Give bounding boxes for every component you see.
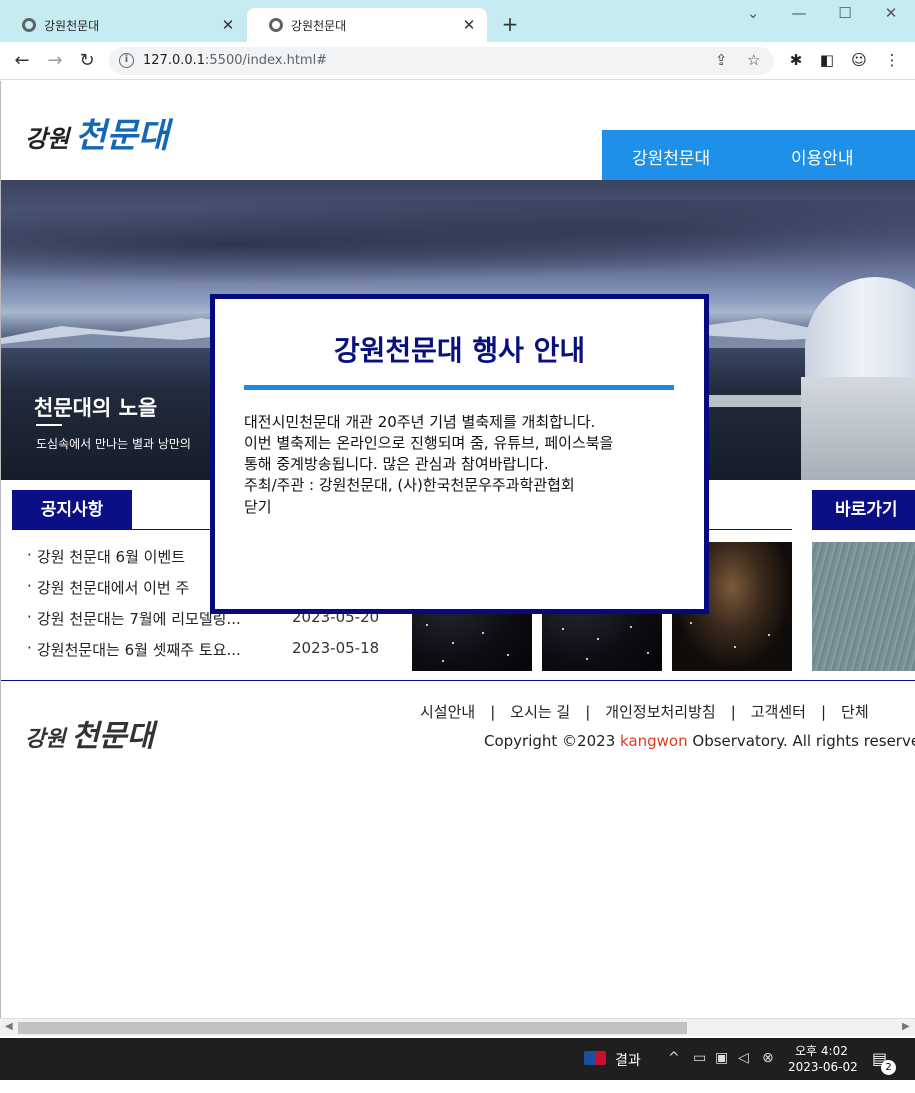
new-tab-button[interactable]: + [498,12,522,36]
share-icon[interactable]: ⇪ [715,51,728,69]
address-bar[interactable]: i 127.0.0.1:5500/index.html# ⇪ ☆ [109,47,774,75]
clock-time[interactable]: 오후 4:02 [795,1042,848,1059]
list-item[interactable]: · 강원천문대는 6월 셋째주 토요... 2023-05-18 [27,639,392,670]
separator: | [820,703,827,721]
extensions-icon[interactable]: ✱ [786,51,806,69]
close-icon[interactable]: ✕ [220,16,236,34]
tray-expand-icon[interactable]: ^ [668,1050,680,1066]
notice-date: 2023-05-18 [292,639,380,657]
page-viewport: 강원 천문대 강원천문대 이용안내 천문대의 노을 도심속에서 만나는 별과 낭만… [0,81,915,1018]
error-icon[interactable]: ⊗ [762,1050,774,1066]
modal-divider [244,385,674,390]
browser-toolbar: ← → ↻ i 127.0.0.1:5500/index.html# ⇪ ☆ ✱… [0,42,915,80]
bullet: · [27,577,32,595]
close-icon[interactable]: ✕ [461,16,477,34]
reload-icon[interactable]: ↻ [75,49,99,73]
footer-link-support[interactable]: 고객센터 [751,703,806,721]
network-icon[interactable]: ▣ [715,1050,728,1066]
app-icon[interactable] [584,1051,606,1065]
bottom-strip [0,1080,915,1093]
globe-icon [269,18,283,32]
footer-link-directions[interactable]: 오시는 길 [510,703,570,721]
observatory-building [801,377,915,480]
hero-divider [36,424,62,426]
notice-title[interactable]: 강원천문대는 6월 셋째주 토요... [37,639,277,660]
meet-icon[interactable]: ▭ [693,1050,706,1066]
nav-item-observatory[interactable]: 강원천문대 [632,144,710,169]
scroll-right-icon[interactable]: ▶ [902,1021,910,1032]
logo-part1: 강원 [25,124,70,153]
modal-line: 이번 별축제는 온라인으로 진행되며 줌, 유튜브, 페이스북을 [244,434,614,452]
copyright-suffix: Observatory. All rights reserved [687,732,915,750]
bullet: · [27,546,32,564]
copyright: Copyright ©2023 kangwon Observatory. All… [484,732,915,750]
url-host: 127.0.0.1 [143,53,206,68]
scroll-left-icon[interactable]: ◀ [5,1021,13,1032]
browser-tabstrip: 강원천문대 ✕ 강원천문대 ✕ + ⌄ — ☐ ✕ [0,0,915,42]
forward-icon[interactable]: → [43,49,67,73]
volume-muted-icon[interactable]: ◁ [738,1050,749,1066]
notification-badge: 2 [881,1060,896,1075]
footer-link-facilities[interactable]: 시설안내 [420,703,475,721]
modal-body: 대전시민천문대 개관 20주년 기념 별축제를 개최합니다. 이번 별축제는 온… [244,412,684,496]
shortcut-heading[interactable]: 바로가기 [812,490,915,530]
horizontal-scrollbar[interactable]: ◀ ▶ [0,1018,915,1036]
modal-close-link[interactable]: 닫기 [244,496,272,517]
logo-part2: 천문대 [75,116,170,156]
profile-icon[interactable]: ☺ [849,51,869,69]
bookmark-star-icon[interactable]: ☆ [747,51,760,69]
hero-subtitle: 도심속에서 만나는 별과 낭만의 [36,437,191,451]
footer-logo: 강원 천문대 [25,711,154,755]
clock-date[interactable]: 2023-06-02 [788,1060,858,1074]
footer-links: 시설안내 | 오시는 길 | 개인정보처리방침 | 고객센터 | 단체 [420,701,869,722]
hero-clouds [1,200,915,290]
menu-icon[interactable]: ⋮ [882,51,902,69]
globe-icon [22,18,36,32]
footer-logo-part2: 천문대 [71,719,155,754]
windows-taskbar: 결과 ^ ▭ ▣ ◁ ⊗ 오후 4:02 2023-06-02 ▤ 2 [0,1038,915,1080]
url-path: :5500/index.html# [205,53,328,68]
nav-item-guide[interactable]: 이용안내 [791,144,854,169]
tab-title: 강원천문대 [291,18,347,33]
event-modal: 강원천문대 행사 안내 대전시민천문대 개관 20주년 기념 별축제를 개최합니… [210,294,709,614]
maximize-button[interactable]: ☐ [830,4,860,22]
footer-logo-part1: 강원 [25,726,66,752]
separator: | [585,703,591,721]
footer-link-privacy[interactable]: 개인정보처리방침 [605,703,715,721]
scrollbar-thumb[interactable] [18,1022,687,1034]
side-panel-icon[interactable]: ◧ [817,51,837,69]
modal-line: 주최/주관 : 강원천문대, (사)한국천문우주과학관협회 [244,476,575,494]
back-icon[interactable]: ← [10,49,34,73]
copyright-prefix: Copyright ©2023 [484,732,621,750]
modal-title: 강원천문대 행사 안내 [333,334,586,367]
minimize-button[interactable]: — [784,4,814,22]
site-logo[interactable]: 강원 천문대 [25,108,169,157]
observatory-dome [805,277,915,377]
separator: | [490,703,496,721]
tab-search-icon[interactable]: ⌄ [738,4,768,22]
copyright-brand: kangwon [620,732,688,750]
browser-tab[interactable]: 강원천문대 ✕ [0,8,246,42]
tab-title: 강원천문대 [44,18,100,33]
main-nav: 강원천문대 이용안내 [602,130,915,180]
url-text[interactable]: 127.0.0.1:5500/index.html# [143,53,327,68]
footer-link-group[interactable]: 단체 [841,703,869,721]
site-info-icon[interactable]: i [119,53,134,68]
browser-tab-active[interactable]: 강원천문대 ✕ [247,8,487,42]
taskbar-app-label[interactable]: 결과 [615,1050,641,1070]
modal-line: 통해 중계방송됩니다. 많은 관심과 참여바랍니다. [244,455,549,473]
modal-line: 대전시민천문대 개관 20주년 기념 별축제를 개최합니다. [244,413,596,431]
hero-title: 천문대의 노을 [34,396,158,420]
bullet: · [27,639,32,657]
separator: | [730,703,736,721]
shortcut-image[interactable] [812,542,915,671]
footer-divider [1,680,915,681]
close-window-button[interactable]: ✕ [876,4,906,22]
notice-heading[interactable]: 공지사항 [12,490,132,530]
bullet: · [27,608,32,626]
